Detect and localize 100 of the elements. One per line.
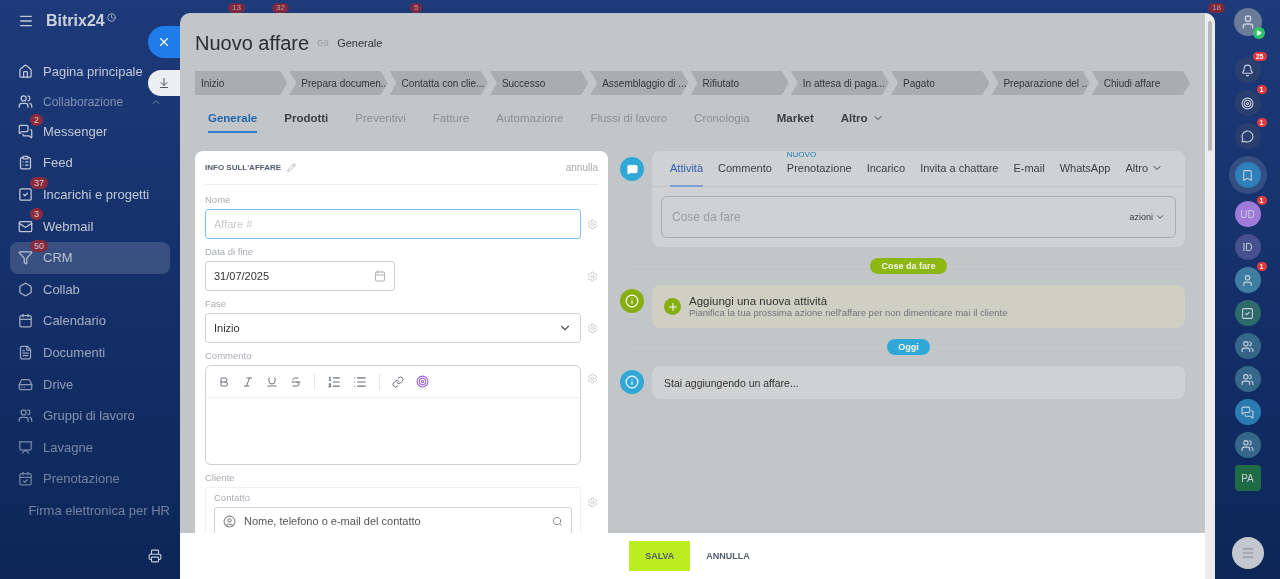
avatar[interactable] [1233, 8, 1262, 36]
date-field[interactable]: 31/07/2025 [205, 261, 395, 291]
new-label: NUOVO [786, 149, 817, 159]
chat-icon [1241, 129, 1254, 143]
numbered-list-icon[interactable] [327, 374, 341, 389]
stage-select[interactable]: Inizio [205, 313, 581, 343]
stage-step[interactable]: Inizio [195, 71, 288, 95]
tab[interactable]: NUOVO Prenotazione [786, 150, 852, 187]
people-button[interactable] [1234, 366, 1261, 392]
tab[interactable]: Commento [718, 150, 772, 187]
italic-icon[interactable] [242, 375, 254, 388]
tab[interactable]: Invita a chattare [920, 150, 999, 187]
bookmark-button[interactable] [1234, 162, 1261, 188]
tab[interactable]: Attività [670, 150, 703, 187]
sidebar-item[interactable]: Documenti [10, 336, 170, 369]
person-button[interactable] [1234, 267, 1261, 293]
chat-icon [18, 123, 33, 139]
bell-button[interactable] [1234, 57, 1261, 83]
tab[interactable]: Generale [208, 105, 258, 133]
tab[interactable]: Altro [1125, 150, 1163, 187]
count-badge: 18 [1208, 3, 1225, 13]
tab[interactable]: Prodotti [284, 105, 329, 133]
chat-button[interactable] [1234, 123, 1261, 149]
arrow-down-icon [158, 77, 170, 89]
stage-step[interactable]: Successo [489, 71, 589, 95]
chat-button[interactable] [1234, 399, 1261, 425]
person-icon [223, 514, 236, 528]
stage-step[interactable]: Rifiutato [690, 71, 789, 95]
close-icon [157, 35, 171, 49]
people-icon [1241, 372, 1254, 386]
stage-step[interactable]: Assemblaggio di ... [590, 71, 689, 95]
clock-icon [106, 12, 116, 22]
menu-icon [1240, 546, 1255, 560]
sidebar-item[interactable]: Firma elettronica per HR [10, 494, 170, 527]
sidebar-item[interactable]: 37 Incarichi e progetti [10, 178, 170, 211]
sidebar-item[interactable]: Collaborazione [10, 87, 170, 116]
todo-card[interactable]: Aggiungi una nuova attività Pianifica la tua prossima azione nell'affare per non dimenticare mai il cliente [652, 285, 1185, 328]
chat-icon [1241, 405, 1254, 419]
strikethrough-icon[interactable] [290, 375, 302, 388]
stage-step[interactable]: Prepara documen... [289, 71, 388, 95]
brand-logo: Bitrix24 [46, 12, 105, 30]
info-icon [620, 370, 644, 394]
target-button[interactable] [1234, 90, 1261, 116]
menu-button[interactable] [1231, 537, 1264, 569]
cancel-button[interactable]: ANNULLA [700, 550, 756, 562]
checkbox-button[interactable] [1234, 300, 1261, 326]
count-badge: 13 [228, 3, 245, 13]
link-icon[interactable] [392, 375, 404, 388]
comment-icon [620, 157, 644, 181]
count-badge: 3 [30, 208, 43, 221]
people-icon [1241, 438, 1254, 452]
bookmark-icon [1241, 168, 1254, 182]
person-icon [1241, 273, 1254, 287]
tab[interactable]: Market [776, 105, 814, 133]
sidebar-item[interactable]: Pagina principale [10, 56, 148, 88]
underline-icon[interactable] [266, 375, 278, 388]
sidebar-item[interactable]: Calendario [10, 305, 170, 337]
tab[interactable]: Altro [840, 105, 884, 133]
printer-icon[interactable] [148, 549, 162, 563]
people-button[interactable] [1234, 432, 1261, 458]
tab[interactable]: Incarico [866, 150, 906, 187]
sidebar-item[interactable]: 50 CRM [10, 241, 170, 274]
stage-step[interactable]: In attesa di paga... [790, 71, 890, 95]
sidebar-item[interactable]: Drive [10, 368, 170, 400]
stage-step[interactable]: Chiudi affare [1091, 71, 1190, 95]
sidebar-item[interactable]: Feed [10, 147, 170, 179]
menu-icon[interactable] [18, 13, 34, 29]
section-title: INFO SULL'AFFARE [205, 163, 282, 172]
count-badge: 32 [272, 3, 289, 13]
avatar[interactable]: ID [1234, 234, 1261, 260]
field-label: Data di fine [205, 246, 255, 257]
drive-icon [18, 376, 33, 392]
play-icon [1252, 27, 1265, 39]
sidebar-item[interactable]: 3 Webmail [10, 210, 170, 242]
bold-icon[interactable] [218, 375, 230, 388]
sidebar-item[interactable]: Lavagne [10, 431, 170, 464]
close-button[interactable] [148, 26, 180, 58]
actions-dropdown[interactable]: azioni [1129, 212, 1165, 222]
people-icon [1241, 339, 1254, 353]
sidebar-item[interactable]: Collab [10, 273, 170, 306]
count-badge: 37 [30, 176, 48, 189]
bullet-list-icon[interactable] [353, 374, 367, 389]
sidebar-item[interactable]: Prenotazione [10, 463, 170, 495]
stage-step[interactable]: Preparazione del ... [991, 71, 1090, 95]
sidebar-item[interactable]: 2 Messenger [10, 115, 170, 148]
sidebar-item[interactable]: Gruppi di lavoro [10, 399, 170, 432]
people-icon [18, 94, 33, 110]
stage-step[interactable]: Contatta con clie... [389, 71, 488, 95]
minimize-button[interactable] [148, 70, 180, 96]
save-button[interactable]: SALVA [629, 541, 691, 571]
tab[interactable]: E-mail [1013, 150, 1045, 187]
avatar[interactable]: PA [1234, 465, 1261, 491]
people-button[interactable] [1234, 333, 1261, 359]
search-icon [552, 515, 563, 527]
count-badge: 5 [410, 3, 423, 13]
stage-step[interactable]: Pagato [891, 71, 990, 95]
hexagon-icon [18, 281, 33, 297]
tab[interactable]: WhatsApp [1059, 150, 1111, 187]
bell-icon [1241, 63, 1254, 77]
field-label: Contatto [214, 492, 251, 503]
